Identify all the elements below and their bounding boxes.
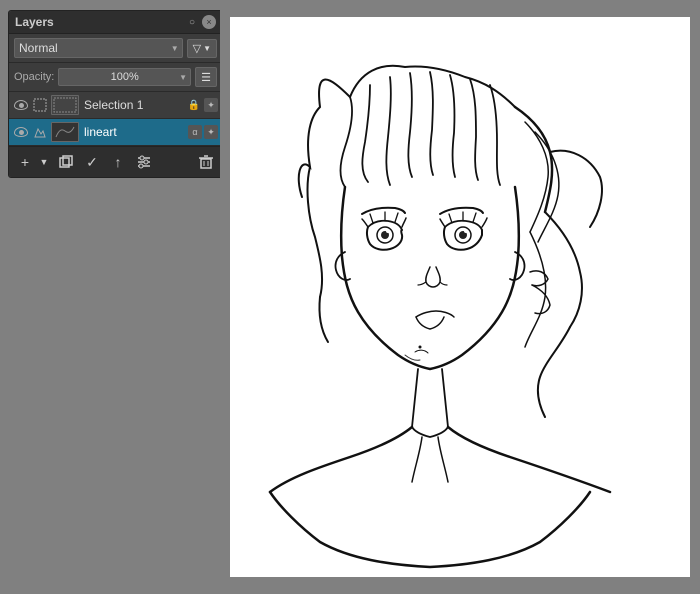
lock-icon-selection1[interactable]: 🔒 [187,98,201,112]
panel-dots-icon[interactable]: ○ [186,16,198,28]
layer-list: Selection 1 🔒 ✦ lineart α [9,92,222,146]
layer-extra-icons-lineart: α ✦ [188,125,218,139]
filter-icon: ▽ [193,42,201,55]
layer-badge-alpha: α [188,125,202,139]
layer-badge-lineart: ✦ [204,125,218,139]
add-layer-dropdown[interactable]: ▼ [37,151,51,173]
panel-close-button[interactable]: × [202,15,216,29]
add-layer-group: + ▼ [14,151,51,173]
opacity-value-wrapper[interactable]: 100% [58,68,191,86]
delete-layer-button[interactable] [195,151,217,173]
layer-name-selection1: Selection 1 [82,98,184,112]
layer-type-icon-lineart [32,124,48,140]
merge-layer-button[interactable]: ✓ [81,151,103,173]
blend-mode-select-wrapper[interactable]: NormalMultiplyScreenOverlayDarkenLighten [14,38,183,58]
canvas-white[interactable] [230,17,690,577]
opacity-value: 100% [58,68,191,86]
filter-dropdown-icon: ▼ [203,44,211,53]
panel-titlebar: Layers ○ × [9,11,222,34]
layer-extra-icons-selection1: ✦ [204,98,218,112]
move-layer-up-button[interactable]: ↑ [107,151,129,173]
panel-toolbar: + ▼ ✓ ↑ [9,146,222,177]
eye-icon-lineart [14,127,28,137]
layer-item-selection1[interactable]: Selection 1 🔒 ✦ [9,92,222,119]
add-layer-button[interactable]: + [14,151,36,173]
layer-item-lineart[interactable]: lineart α ✦ [9,119,222,146]
layer-badge-selection1: ✦ [204,98,218,112]
canvas-area [220,0,700,594]
duplicate-layer-button[interactable] [55,151,77,173]
opacity-menu-button[interactable]: ☰ [195,67,217,87]
eye-icon-selection1 [14,100,28,110]
blend-mode-select[interactable]: NormalMultiplyScreenOverlayDarkenLighten [14,38,183,58]
opacity-row: Opacity: 100% ☰ [9,63,222,92]
panel-title: Layers [15,15,54,29]
layers-panel: Layers ○ × NormalMultiplyScreenOverlayDa… [8,10,223,178]
layer-settings-button[interactable] [133,151,155,173]
panel-title-icons: ○ × [186,15,216,29]
layer-thumb-selection1 [51,95,79,115]
layer-name-lineart: lineart [82,125,185,139]
blend-mode-row: NormalMultiplyScreenOverlayDarkenLighten… [9,34,222,63]
opacity-label: Opacity: [14,71,54,83]
layer-visibility-selection1[interactable] [13,97,29,113]
layer-visibility-lineart[interactable] [13,124,29,140]
layer-thumb-lineart [51,122,79,142]
layer-type-icon-selection1 [32,97,48,113]
drawing-canvas [230,17,690,577]
filter-button[interactable]: ▽ ▼ [187,39,217,58]
